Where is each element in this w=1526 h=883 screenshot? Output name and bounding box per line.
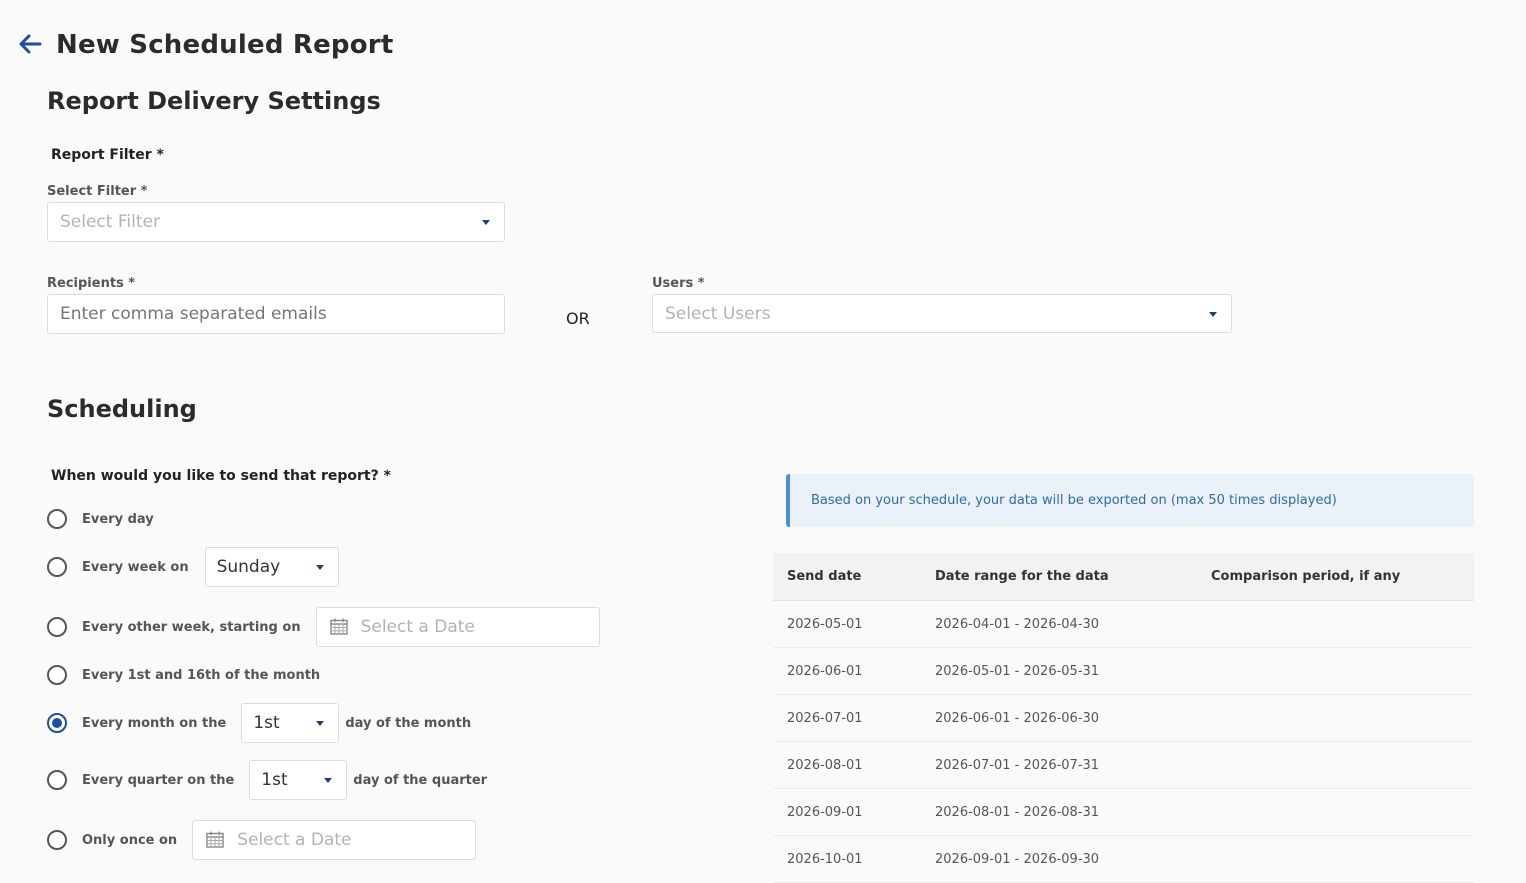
table-row: 2026-09-01 2026-08-01 - 2026-08-31 [773,788,1474,836]
month-day-select[interactable]: 1st [241,703,340,743]
option-every-quarter-label: Every quarter on the [82,772,235,788]
every-other-week-date-placeholder: Select a Date [360,617,475,637]
table-row: 2026-06-01 2026-05-01 - 2026-05-31 [773,647,1474,695]
chevron-down-icon [482,220,490,225]
select-users-dropdown[interactable]: Select Users [652,294,1232,333]
comparison-cell [1211,741,1474,789]
report-filter-label: Report Filter * [51,147,164,163]
date-range-cell: 2026-09-01 - 2026-09-30 [935,835,1211,883]
option-every-quarter[interactable]: Every quarter on the 1st day of the quar… [47,760,487,800]
delivery-section-title: Report Delivery Settings [47,87,381,115]
schedule-question: When would you like to send that report?… [51,468,391,484]
option-every-week-label: Every week on [82,559,189,575]
every-other-week-date-input[interactable]: Select a Date [315,607,600,647]
option-every-other-week-label: Every other week, starting on [82,619,301,635]
table-row: 2026-08-01 2026-07-01 - 2026-07-31 [773,741,1474,789]
send-date-cell: 2026-06-01 [773,647,935,695]
date-range-cell: 2026-06-01 - 2026-06-30 [935,694,1211,742]
scheduling-section-title: Scheduling [47,395,197,423]
calendar-icon [206,831,224,848]
date-range-cell: 2026-04-01 - 2026-04-30 [935,600,1211,648]
chevron-down-icon [316,721,325,726]
comparison-cell [1211,835,1474,883]
only-once-date-placeholder: Select a Date [237,830,352,850]
schedule-preview-table: Send date Date range for the data Compar… [773,553,1474,883]
date-range-cell: 2026-08-01 - 2026-08-31 [935,788,1211,836]
send-date-cell: 2026-08-01 [773,741,935,789]
comparison-cell [1211,788,1474,836]
option-every-month-label: Every month on the [82,715,227,731]
recipients-label: Recipients * [47,276,136,291]
send-date-cell: 2026-09-01 [773,788,935,836]
date-range-cell: 2026-07-01 - 2026-07-31 [935,741,1211,789]
back-arrow-icon[interactable] [18,33,42,55]
schedule-info-text: Based on your schedule, your data will b… [811,493,1337,508]
radio-every-month[interactable] [47,713,67,733]
send-date-cell: 2026-05-01 [773,600,935,648]
radio-first-sixteenth[interactable] [47,665,67,685]
option-every-week[interactable]: Every week on Sunday [47,547,339,587]
table-row: 2026-05-01 2026-04-01 - 2026-04-30 [773,600,1474,648]
option-every-day[interactable]: Every day [47,509,154,529]
radio-only-once[interactable] [47,830,67,850]
quarter-day-select[interactable]: 1st [249,760,348,800]
option-only-once[interactable]: Only once on Select a Date [47,820,477,860]
schedule-info-banner: Based on your schedule, your data will b… [786,474,1474,527]
column-header-comparison: Comparison period, if any [1211,553,1474,601]
option-only-once-label: Only once on [82,832,178,848]
quarter-day-select-value: 1st [261,770,288,790]
option-first-sixteenth-label: Every 1st and 16th of the month [82,667,321,683]
chevron-down-icon [315,565,324,570]
page-title: New Scheduled Report [56,30,394,60]
month-day-select-value: 1st [253,713,280,733]
option-every-day-label: Every day [82,511,154,527]
chevron-down-icon [324,778,333,783]
select-filter-label: Select Filter * [47,184,148,199]
comparison-cell [1211,647,1474,695]
radio-every-week[interactable] [47,557,67,577]
radio-every-day[interactable] [47,509,67,529]
option-every-month-suffix: day of the month [345,715,472,731]
table-row: 2026-07-01 2026-06-01 - 2026-06-30 [773,694,1474,742]
or-separator: OR [566,309,590,328]
option-every-month[interactable]: Every month on the 1st day of the month [47,703,471,743]
weekday-select[interactable]: Sunday [204,547,339,587]
users-label: Users * [652,276,705,291]
table-row: 2026-10-01 2026-09-01 - 2026-09-30 [773,835,1474,883]
table-header-row: Send date Date range for the data Compar… [773,553,1474,601]
comparison-cell [1211,694,1474,742]
recipients-input[interactable] [47,294,505,334]
option-first-sixteenth[interactable]: Every 1st and 16th of the month [47,665,320,685]
chevron-down-icon [1209,311,1217,317]
select-filter-dropdown[interactable]: Select Filter [47,202,505,242]
send-date-cell: 2026-07-01 [773,694,935,742]
radio-every-other-week[interactable] [47,617,67,637]
comparison-cell [1211,600,1474,648]
option-every-quarter-suffix: day of the quarter [353,772,488,788]
weekday-select-value: Sunday [216,557,281,577]
send-date-cell: 2026-10-01 [773,835,935,883]
radio-every-quarter[interactable] [47,770,67,790]
date-range-cell: 2026-05-01 - 2026-05-31 [935,647,1211,695]
calendar-icon [329,618,348,635]
select-filter-placeholder: Select Filter [60,212,160,232]
option-every-other-week[interactable]: Every other week, starting on Select a D… [47,607,600,647]
column-header-date-range: Date range for the data [935,553,1211,601]
column-header-send-date: Send date [773,553,935,601]
select-users-placeholder: Select Users [665,303,771,324]
only-once-date-input[interactable]: Select a Date [192,820,477,860]
